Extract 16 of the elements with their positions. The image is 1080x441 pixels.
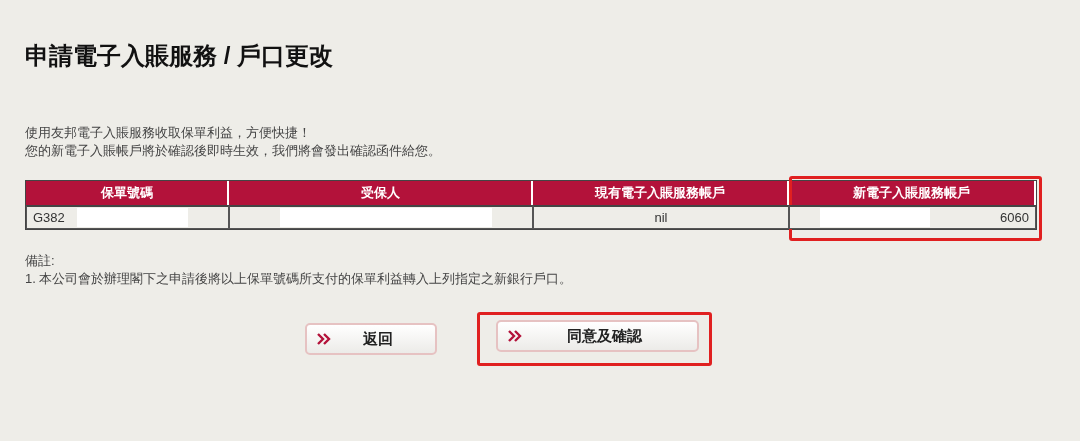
table-cell: 6060 [789, 205, 1036, 229]
table-cell: G382 [26, 205, 229, 229]
chevron-icon [508, 330, 522, 342]
intro-text: 您的新電子入賬帳戶將於確認後即時生效，我們將會發出確認函件給您。 [25, 142, 442, 160]
remark-text: 1. 本公司會於辦理閣下之申請後將以上保單號碼所支付的保單利益轉入上列指定之新銀行戶口。 [25, 270, 574, 288]
table-cell: nil [533, 205, 789, 229]
action-button[interactable]: 同意及確認 [496, 320, 699, 352]
column-header: 新電子入賬服務帳戶 [789, 181, 1036, 205]
column-header: 現有電子入賬服務帳戶 [533, 181, 789, 205]
remarks-heading: 備註: [25, 252, 56, 270]
intro-text: 使用友邦電子入賬服務收取保單利益，方便快捷！ [25, 124, 312, 142]
action-button[interactable]: 返回 [305, 323, 437, 355]
column-header: 保單號碼 [26, 181, 229, 205]
page-title: 申請電子入賬服務 / 戶口更改 [25, 41, 334, 71]
column-header: 受保人 [229, 181, 533, 205]
chevron-icon [317, 333, 331, 345]
